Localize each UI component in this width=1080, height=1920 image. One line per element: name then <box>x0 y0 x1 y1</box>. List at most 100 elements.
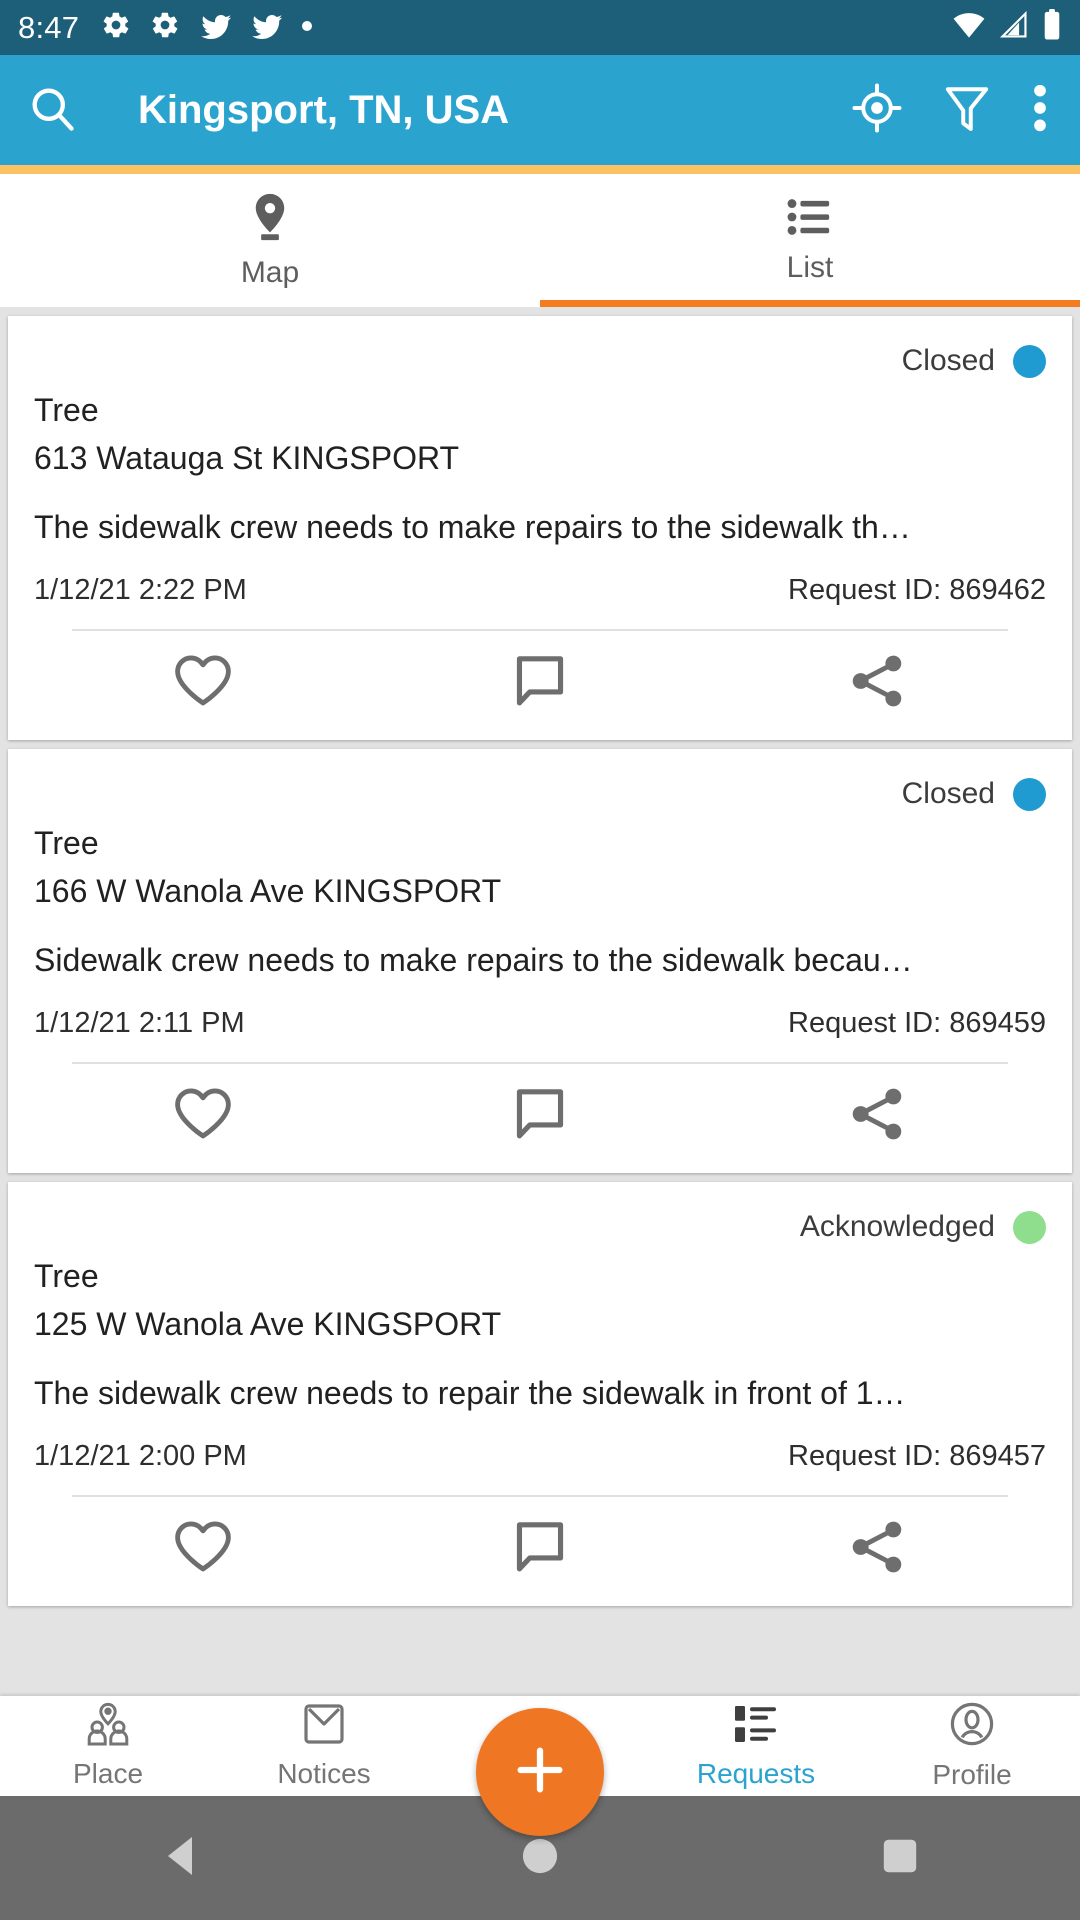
share-icon <box>848 1086 906 1147</box>
request-timestamp: 1/12/21 2:11 PM <box>34 1007 245 1039</box>
request-description: Sidewalk crew needs to make repairs to t… <box>34 942 913 978</box>
nav-item-notices[interactable]: Notices <box>216 1702 432 1790</box>
gear-icon <box>101 10 131 45</box>
place-people-icon <box>82 1702 134 1751</box>
comment-icon <box>512 653 568 714</box>
heart-icon <box>173 653 233 714</box>
more-vertical-icon[interactable] <box>1032 82 1048 139</box>
heart-icon <box>173 1086 233 1147</box>
status-dot <box>1013 344 1046 378</box>
plus-icon <box>511 1741 569 1804</box>
list-icon <box>787 197 833 242</box>
comment-button[interactable] <box>371 1519 708 1580</box>
status-bar-notification-icons <box>101 10 952 45</box>
like-button[interactable] <box>34 1519 371 1580</box>
share-button[interactable] <box>709 1519 1046 1580</box>
like-button[interactable] <box>34 1086 371 1147</box>
request-description: The sidewalk crew needs to repair the si… <box>34 1375 906 1411</box>
android-back-button[interactable] <box>100 1834 260 1883</box>
request-card[interactable]: Closed Tree 166 W Wanola Ave KINGSPORT S… <box>8 749 1072 1173</box>
nav-item-profile[interactable]: Profile <box>864 1701 1080 1791</box>
request-card[interactable]: Closed Tree 613 Watauga St KINGSPORT The… <box>8 316 1072 740</box>
request-timestamp: 1/12/21 2:00 PM <box>34 1440 247 1472</box>
home-icon <box>521 1837 559 1880</box>
person-circle-icon <box>948 1701 996 1752</box>
comment-icon <box>512 1086 568 1147</box>
request-address: 613 Watauga St KINGSPORT <box>34 440 460 476</box>
status-badge: Closed <box>34 332 1046 388</box>
request-type: Tree <box>34 1258 99 1294</box>
wifi-icon <box>952 11 986 44</box>
heart-icon <box>173 1519 233 1580</box>
filter-funnel-icon[interactable] <box>944 83 990 138</box>
nav-label-profile: Profile <box>932 1759 1012 1790</box>
status-bar: 8:47 <box>0 0 1080 55</box>
app-bar-actions <box>852 82 1048 139</box>
bird-icon <box>250 11 283 44</box>
request-type: Tree <box>34 825 99 861</box>
comment-button[interactable] <box>371 653 708 714</box>
status-bar-time: 8:47 <box>18 9 80 45</box>
recents-icon <box>882 1838 918 1879</box>
android-home-button[interactable] <box>460 1837 620 1880</box>
card-action-bar <box>34 1497 1046 1606</box>
nav-label-notices: Notices <box>277 1758 371 1789</box>
request-description: The sidewalk crew needs to make repairs … <box>34 509 911 545</box>
card-action-bar <box>34 631 1046 740</box>
share-button[interactable] <box>709 653 1046 714</box>
gps-target-icon[interactable] <box>852 83 902 138</box>
tab-list-label: List <box>786 250 834 284</box>
share-button[interactable] <box>709 1086 1046 1147</box>
comment-button[interactable] <box>371 1086 708 1147</box>
accent-strip <box>0 165 1080 174</box>
card-action-bar <box>34 1064 1046 1173</box>
request-meta: 1/12/21 2:22 PM Request ID: 869462 <box>34 574 1046 607</box>
request-meta: 1/12/21 2:11 PM Request ID: 869459 <box>34 1007 1046 1040</box>
envelope-icon <box>301 1702 347 1751</box>
view-tabs: Map List <box>0 174 1080 307</box>
battery-icon <box>1042 9 1062 46</box>
nav-label-requests: Requests <box>696 1758 816 1789</box>
request-id: Request ID: 869457 <box>788 1440 1046 1472</box>
cell-signal-icon <box>998 10 1030 44</box>
request-list-icon <box>731 1702 781 1751</box>
back-icon <box>160 1834 200 1883</box>
request-address: 125 W Wanola Ave KINGSPORT <box>34 1306 502 1342</box>
request-id: Request ID: 869462 <box>788 574 1046 606</box>
request-list[interactable]: Closed Tree 613 Watauga St KINGSPORT The… <box>0 307 1080 1696</box>
app-bar: Kingsport, TN, USA <box>0 55 1080 165</box>
status-bar-system-icons <box>952 9 1062 46</box>
nav-item-place[interactable]: Place <box>0 1702 216 1790</box>
request-id: Request ID: 869459 <box>788 1007 1046 1039</box>
status-label: Acknowledged <box>799 1210 995 1243</box>
status-dot <box>1013 1210 1046 1244</box>
map-pin-icon <box>247 192 293 247</box>
tab-list[interactable]: List <box>540 174 1080 307</box>
request-card[interactable]: Acknowledged Tree 125 W Wanola Ave KINGS… <box>8 1182 1072 1606</box>
status-label: Closed <box>901 777 995 810</box>
request-type: Tree <box>34 392 99 428</box>
like-button[interactable] <box>34 653 371 714</box>
tab-map[interactable]: Map <box>0 174 540 307</box>
share-icon <box>848 653 906 714</box>
location-title[interactable]: Kingsport, TN, USA <box>138 88 852 133</box>
android-recents-button[interactable] <box>820 1838 980 1879</box>
search-icon[interactable] <box>26 82 78 139</box>
status-label: Closed <box>901 344 995 377</box>
status-badge: Closed <box>34 765 1046 821</box>
status-badge: Acknowledged <box>34 1198 1046 1254</box>
dot-icon <box>301 19 313 37</box>
bird-icon <box>199 11 232 44</box>
tab-active-indicator <box>540 300 1080 307</box>
status-dot <box>1013 777 1046 811</box>
request-address: 166 W Wanola Ave KINGSPORT <box>34 873 502 909</box>
add-request-fab[interactable] <box>476 1708 604 1836</box>
nav-item-requests[interactable]: Requests <box>648 1702 864 1790</box>
request-meta: 1/12/21 2:00 PM Request ID: 869457 <box>34 1440 1046 1473</box>
request-timestamp: 1/12/21 2:22 PM <box>34 574 247 606</box>
comment-icon <box>512 1519 568 1580</box>
share-icon <box>848 1519 906 1580</box>
tab-map-label: Map <box>240 255 300 289</box>
nav-label-place: Place <box>72 1758 144 1789</box>
gear-icon <box>150 10 180 45</box>
